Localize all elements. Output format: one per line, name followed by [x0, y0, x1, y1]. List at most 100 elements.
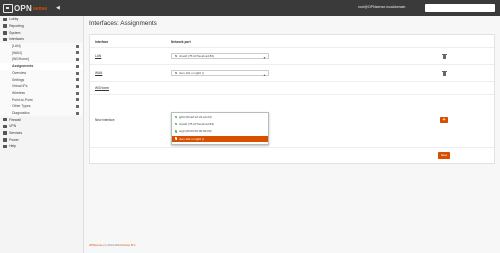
save-button[interactable]: Save: [438, 152, 450, 159]
sidebar-item[interactable]: Power: [0, 136, 83, 143]
chart-icon: [3, 24, 7, 28]
fire-icon: [3, 117, 7, 122]
cog-icon: [3, 131, 7, 135]
sidebar-item-label: [LAN]: [12, 44, 21, 49]
network-port-dropdown: igb0 (00:a0:a7:22:a4:24) vtnet0 (75:c0:5…: [171, 112, 269, 145]
link-up-icon: [175, 55, 178, 58]
sidebar-item-label: Point-to-Point: [12, 97, 33, 102]
link-up-icon: [175, 137, 178, 140]
tty-icon: [76, 98, 79, 102]
sidebar-item[interactable]: [WAN]: [0, 49, 83, 57]
dropdown-option[interactable]: wg0 (00:00:00:00:00:00): [172, 128, 268, 134]
sidebar-item[interactable]: System: [0, 29, 83, 36]
link-up-icon: [175, 130, 178, 133]
chevron-down-icon: ▼: [263, 55, 266, 60]
delete-icon[interactable]: [442, 53, 448, 59]
page-title: Interfaces: Assignments: [89, 20, 157, 27]
sidebar-item[interactable]: VPN: [0, 123, 83, 130]
option-label: igb0 (00:a0:a7:22:a4:24): [178, 115, 212, 120]
select-value: vtnet0 (75:c0:5a:ab:a4:83): [178, 54, 215, 59]
sidebar-item[interactable]: [WGHome]: [0, 56, 83, 63]
chevron-up-icon: ▲: [263, 72, 266, 77]
sidebar-item-label: VPN: [9, 124, 17, 129]
sidebar-item[interactable]: Diagnostics: [0, 109, 83, 117]
select-value: vlan 101 on igb0 (): [178, 71, 204, 76]
sidebar-item-label: Diagnostics: [12, 110, 30, 115]
sidebar-item[interactable]: Virtual IPs: [0, 82, 83, 90]
lock-icon: [3, 124, 7, 129]
top-bar: OPN sense ◀ root@OPNsense.localdomain: [0, 0, 500, 16]
sidebar-item-label: Power: [9, 137, 19, 142]
sidebar-item[interactable]: Services: [0, 130, 83, 137]
main-content: Interfaces: Assignments Interface Networ…: [89, 16, 500, 253]
dropdown-option[interactable]: igb0 (00:a0:a7:22:a4:24): [172, 114, 268, 120]
link-up-icon: [175, 115, 178, 119]
network-port-select-lan[interactable]: vtnet0 (75:c0:5a:ab:a4:83) ▼: [171, 53, 269, 60]
sidebar-item[interactable]: Overview: [0, 69, 83, 77]
sidebar-item[interactable]: Interfaces: [0, 36, 83, 43]
column-interface-header: Interface: [95, 40, 109, 44]
download-icon: [76, 44, 79, 48]
logo-subtext: sense: [32, 6, 48, 12]
sidebar-item-label: Wireless: [12, 90, 25, 95]
dropdown-option[interactable]: vtnet0 (75:c0:5a:ab:a4:83): [172, 121, 268, 127]
medkit-icon: [76, 111, 79, 115]
dropdown-option-selected[interactable]: vlan 101 on igb0 (): [172, 135, 268, 142]
table-row: LAN vtnet0 (75:c0:5a:ab:a4:83) ▼: [90, 48, 494, 65]
download-icon: [76, 58, 79, 62]
clone-icon: [76, 84, 79, 88]
sidebar: Lobby Reporting System Interfaces [LAN] [WAN]…: [0, 16, 84, 253]
sidebar-item-label: Virtual IPs: [12, 84, 28, 89]
link-up-icon: [175, 72, 178, 75]
sidebar-item[interactable]: Point-to-Point: [0, 96, 83, 103]
sidebar-nav: Lobby Reporting System Interfaces [LAN] [WAN]…: [0, 16, 83, 150]
link-up-icon: [175, 123, 178, 126]
sidebar-item-label: Services: [9, 131, 23, 136]
option-label: vtnet0 (75:c0:5a:ab:a4:83): [178, 122, 215, 127]
sidebar-item[interactable]: Firewall: [0, 116, 83, 123]
add-interface-button[interactable]: +: [440, 117, 448, 124]
gear-icon: [3, 30, 7, 35]
sidebar-item-label: System: [9, 30, 21, 35]
pencil-icon: [76, 64, 79, 68]
search-input[interactable]: [425, 4, 495, 12]
footer-brand-link[interactable]: OPNsense: [89, 243, 103, 247]
logo-text: OPN: [14, 3, 32, 13]
sidebar-item-label: Lobby: [9, 17, 19, 22]
plug-icon: [3, 137, 7, 142]
sidebar-item-label: Overview: [12, 70, 27, 75]
interface-link-wghome[interactable]: WGHome: [95, 86, 109, 90]
sidebar-item[interactable]: Assignments: [0, 62, 83, 70]
opnsense-logo[interactable]: OPN sense: [3, 3, 47, 13]
sidebar-item-label: Other Types: [12, 104, 31, 109]
sidebar-item[interactable]: Wireless: [0, 89, 83, 97]
delete-icon[interactable]: [442, 70, 448, 76]
sidebar-item-label: Settings: [12, 77, 25, 82]
footer-text: (c) 2014-2024: [102, 243, 122, 247]
column-network-port-header: Network port: [171, 40, 191, 44]
table-row: WGHome: [90, 82, 494, 95]
sidebar-item[interactable]: [LAN]: [0, 42, 83, 50]
sidebar-item[interactable]: Other Types: [0, 102, 83, 110]
sidebar-item-label: Firewall: [9, 117, 21, 122]
footer-company-link[interactable]: Deciso B.V.: [122, 243, 136, 247]
sidebar-item-label: Help: [9, 144, 17, 149]
option-label: vlan 101 on igb0 (): [178, 136, 204, 141]
support-icon: [3, 144, 7, 149]
interface-link-wan[interactable]: WAN: [95, 71, 102, 75]
download-icon: [76, 51, 79, 55]
sidebar-item[interactable]: Lobby: [0, 16, 83, 23]
table-header: Interface Network port: [90, 35, 494, 48]
collapse-sidebar-icon[interactable]: ◀: [56, 5, 60, 11]
user-menu[interactable]: root@OPNsense.localdomain: [358, 5, 405, 9]
list-icon: [76, 104, 79, 108]
footer: OPNsense (c) 2014-2024 Deciso B.V.: [89, 243, 136, 247]
interface-link-lan[interactable]: LAN: [95, 54, 101, 58]
sidebar-item[interactable]: Reporting: [0, 23, 83, 30]
sidebar-item[interactable]: Help: [0, 143, 83, 150]
new-interface-label: New interface: [95, 118, 115, 122]
network-port-select-wan[interactable]: vlan 101 on igb0 () ▲: [171, 70, 269, 77]
logo-mark-icon: [3, 3, 13, 13]
sidebar-item[interactable]: Settings: [0, 76, 83, 83]
assignments-panel: Interface Network port LAN vtnet0 (75:c0…: [89, 34, 495, 164]
